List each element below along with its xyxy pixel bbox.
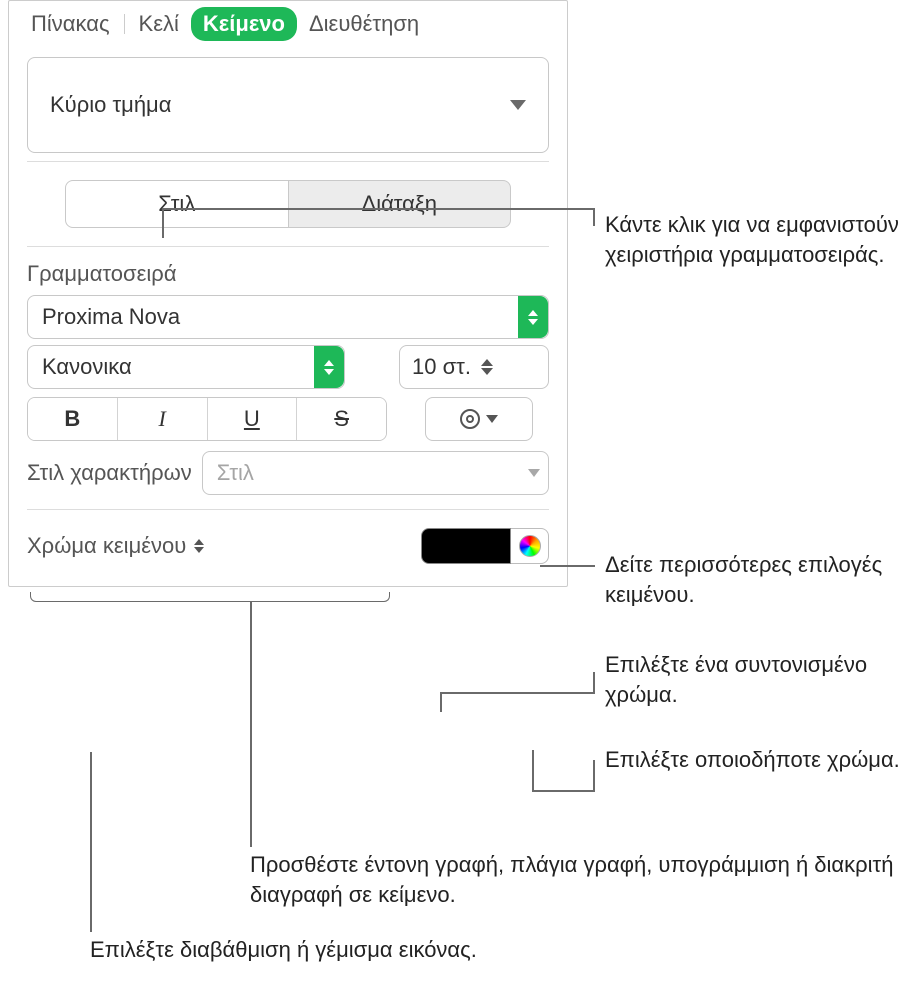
callout-advanced: Δείτε περισσότερες επιλογές κειμένου. — [605, 550, 905, 609]
callout-bius: Προσθέστε έντονη γραφή, πλάγια γραφή, υπ… — [250, 850, 900, 909]
bold-button[interactable]: B — [28, 398, 118, 440]
advanced-options-button[interactable] — [425, 397, 533, 441]
callout-any-color: Επιλέξτε οποιοδήποτε χρώμα. — [605, 745, 913, 775]
font-weight-value: Κανονικα — [42, 354, 132, 380]
color-wells — [421, 528, 549, 564]
font-family-value: Proxima Nova — [42, 304, 180, 330]
color-wheel-button[interactable] — [511, 528, 549, 564]
font-size-stepper[interactable]: 10 στ. — [399, 345, 549, 389]
callout-text-color: Επιλέξτε διαβάθμιση ή γέμισμα εικόνας. — [90, 935, 590, 965]
text-style-group: B I U S — [27, 397, 387, 441]
font-heading: Γραμματοσειρά — [27, 261, 549, 287]
subtabs: Στιλ Διάταξη — [65, 180, 511, 228]
chevron-down-icon — [510, 100, 526, 110]
font-family-select[interactable]: Proxima Nova — [27, 295, 549, 339]
font-weight-select[interactable]: Κανονικα — [27, 345, 345, 389]
top-tabs: Πίνακας Κελί Κείμενο Διευθέτηση — [9, 1, 567, 49]
character-style-placeholder: Στιλ — [217, 460, 254, 486]
tab-table[interactable]: Πίνακας — [19, 7, 122, 41]
chevron-down-icon — [486, 415, 498, 423]
divider — [27, 509, 549, 510]
subtab-layout[interactable]: Διάταξη — [289, 180, 512, 228]
dropdown-knob-icon — [518, 296, 548, 338]
gear-icon — [460, 409, 480, 429]
text-color-select[interactable]: Χρώμα κειμένου — [27, 533, 204, 559]
italic-button[interactable]: I — [118, 398, 208, 440]
character-style-label: Στιλ χαρακτήρων — [27, 460, 192, 486]
stepper-icon — [194, 539, 204, 553]
color-preset-well[interactable] — [421, 528, 511, 564]
strike-button[interactable]: S — [297, 398, 386, 440]
callout-style-tab: Κάντε κλικ για να εμφανιστούν χειριστήρι… — [605, 210, 905, 269]
text-color-label-text: Χρώμα κειμένου — [27, 533, 186, 559]
character-style-select[interactable]: Στιλ — [202, 451, 549, 495]
divider — [124, 14, 125, 34]
bracket — [30, 592, 390, 602]
callout-preset-color: Επιλέξτε ένα συντονισμένο χρώμα. — [605, 650, 913, 709]
tab-cell[interactable]: Κελί — [127, 7, 191, 41]
subtab-style[interactable]: Στιλ — [65, 180, 289, 228]
paragraph-style-select[interactable]: Κύριο τμήμα — [27, 57, 549, 153]
format-panel: Πίνακας Κελί Κείμενο Διευθέτηση Κύριο τμ… — [8, 0, 568, 587]
font-size-value: 10 στ. — [412, 354, 471, 380]
tab-text[interactable]: Κείμενο — [191, 7, 297, 41]
underline-button[interactable]: U — [208, 398, 298, 440]
divider — [27, 161, 549, 162]
color-wheel-icon — [519, 535, 541, 557]
tab-arrange[interactable]: Διευθέτηση — [297, 7, 431, 41]
divider — [27, 246, 549, 247]
stepper-icon — [471, 359, 499, 375]
chevron-down-icon — [528, 469, 540, 477]
dropdown-knob-icon — [314, 346, 344, 388]
paragraph-style-label: Κύριο τμήμα — [50, 92, 171, 118]
